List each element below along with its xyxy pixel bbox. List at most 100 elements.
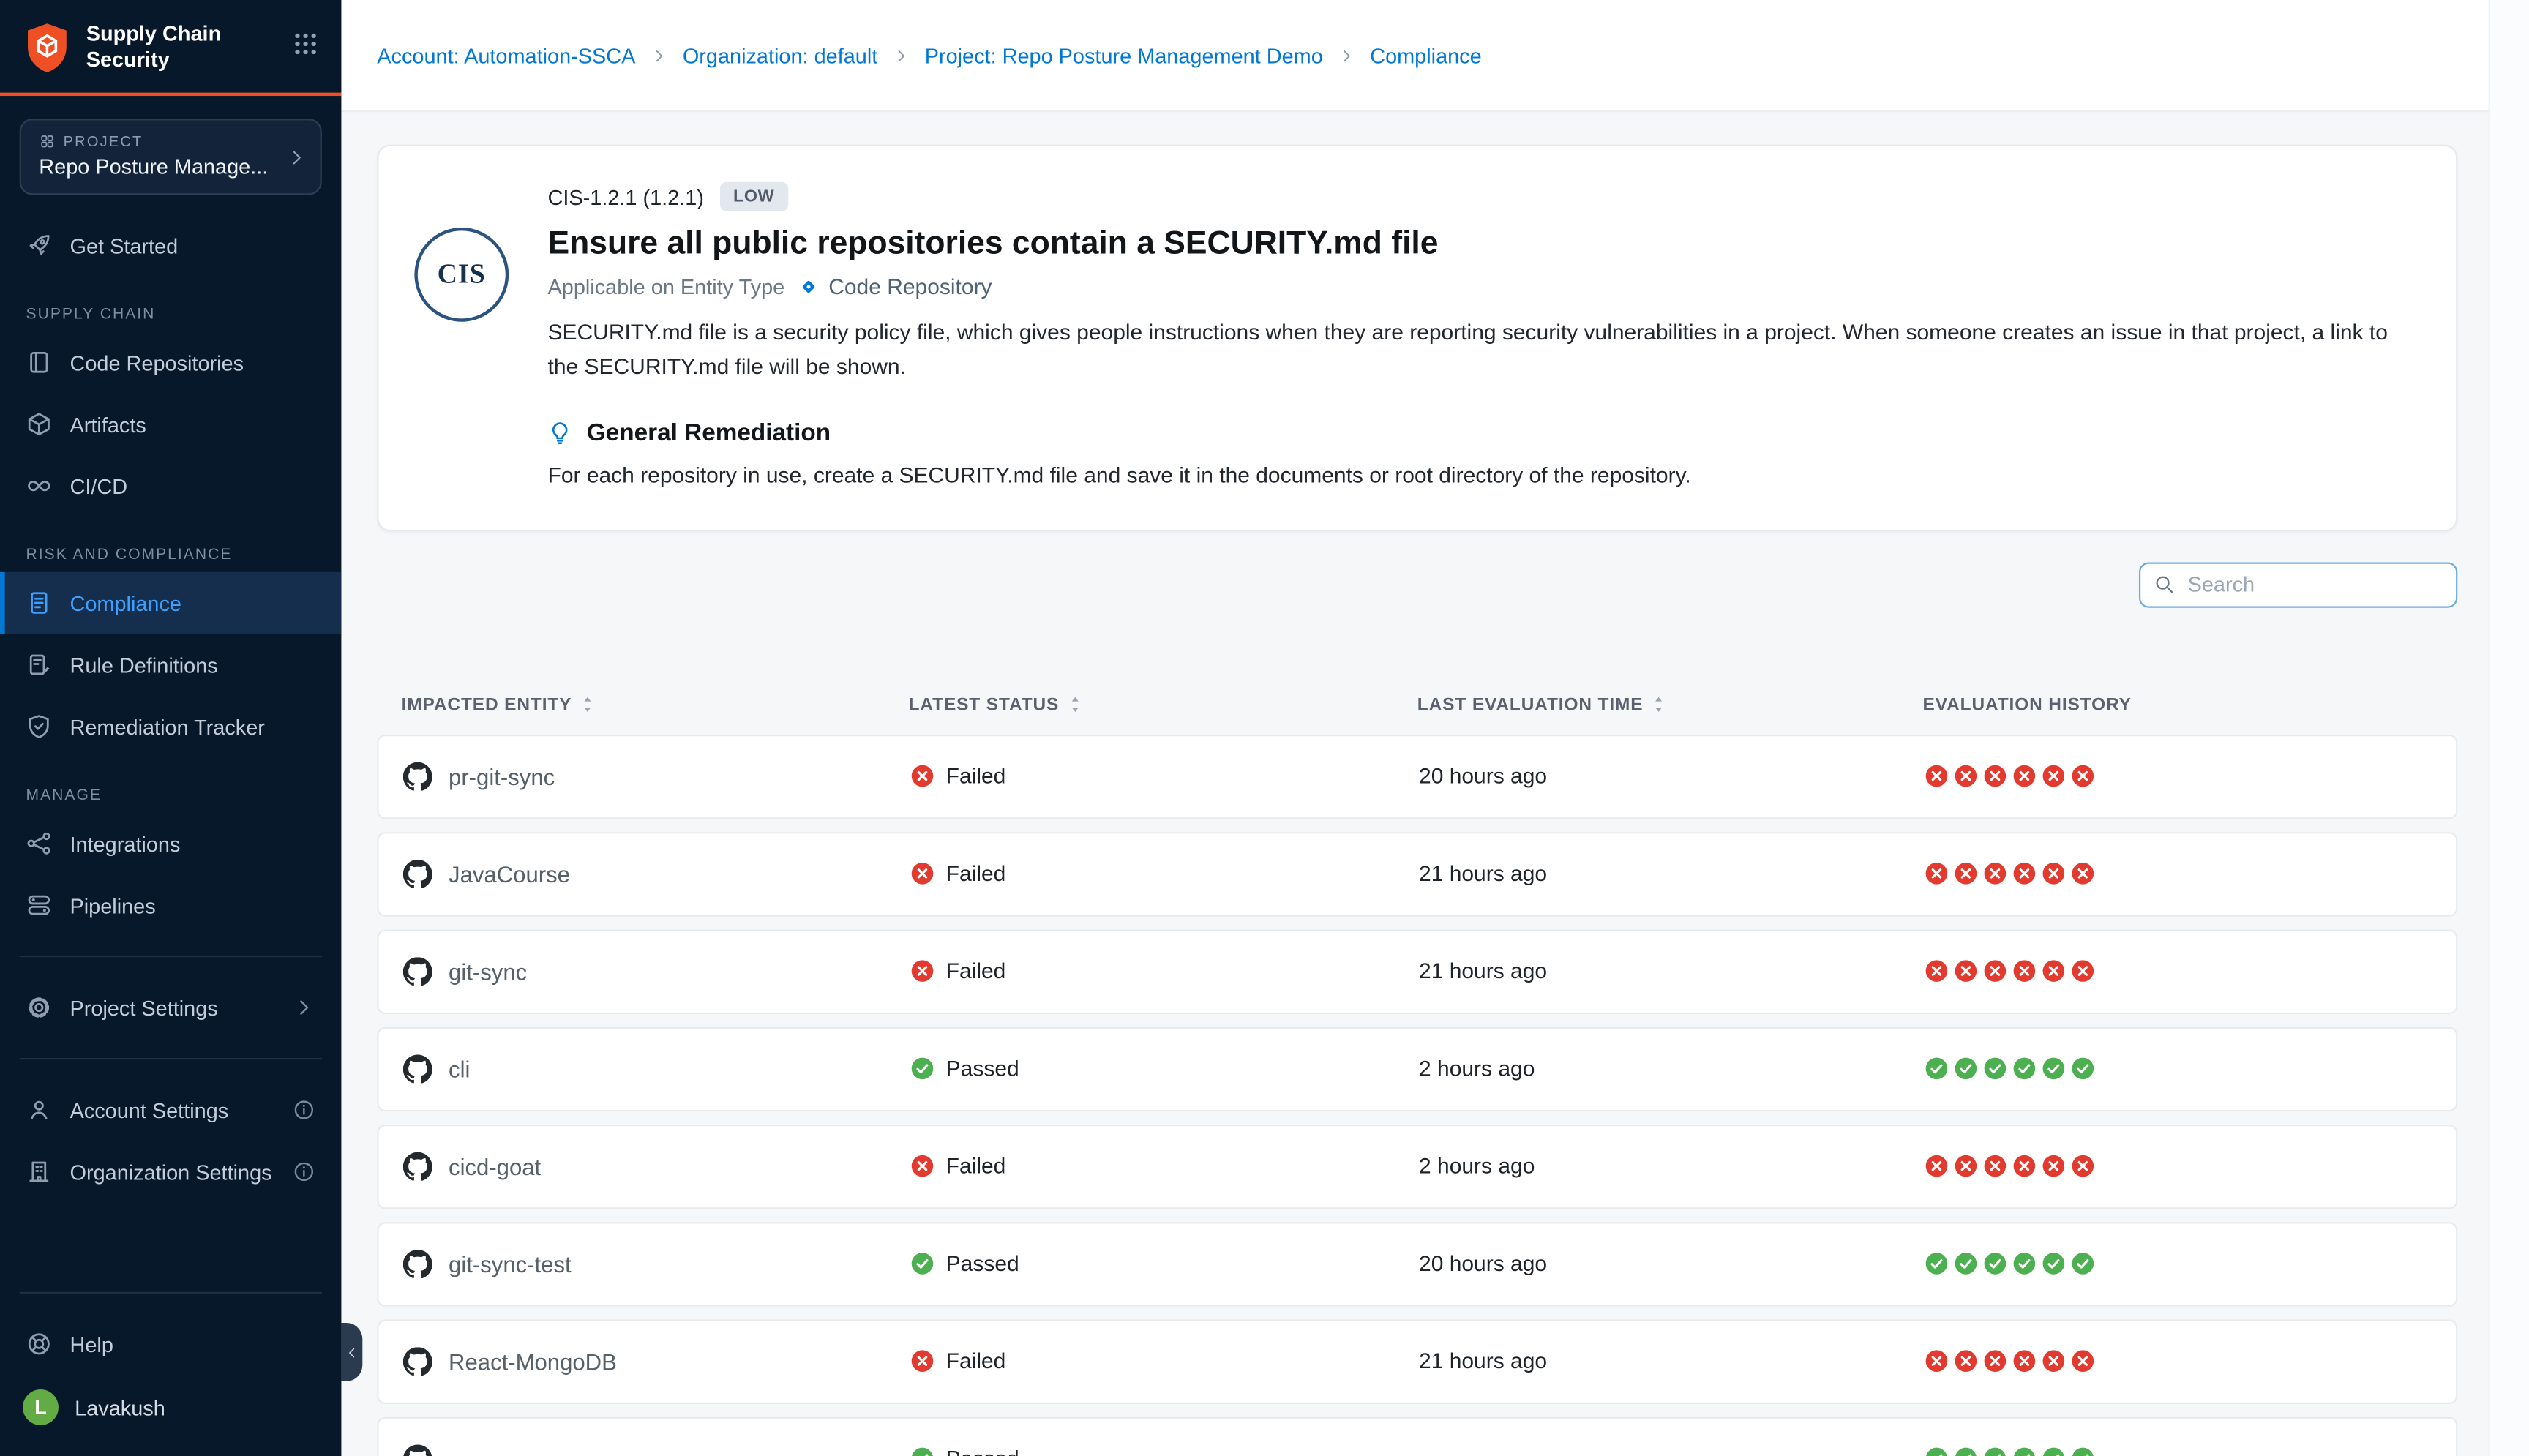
sort-icon[interactable]	[1069, 696, 1081, 713]
sort-icon[interactable]	[582, 696, 593, 713]
column-label: LAST EVALUATION TIME	[1417, 695, 1644, 715]
gear-icon	[26, 994, 53, 1021]
breadcrumb-account[interactable]: Account: Automation-SSCA	[377, 43, 635, 67]
remediation-title: General Remediation	[587, 419, 831, 447]
column-header-evaluation-history: EVALUATION HISTORY	[1923, 695, 2458, 715]
pass-icon	[2042, 1057, 2066, 1081]
fail-icon	[2042, 862, 2066, 886]
search-input[interactable]	[2184, 571, 2443, 598]
avatar: L	[23, 1389, 59, 1425]
fail-icon	[1983, 765, 2007, 789]
entity-name[interactable]: JavaCourse	[449, 861, 570, 888]
entity-type-label: Code Repository	[828, 274, 992, 299]
pass-icon	[2012, 1057, 2037, 1081]
chevron-right-icon	[650, 46, 667, 64]
pass-icon	[2042, 1252, 2066, 1276]
evaluation-time: 20 hours ago	[1419, 765, 1547, 789]
sidebar-item-get-started[interactable]: Get Started	[0, 214, 341, 276]
entity-type[interactable]: Code Repository	[796, 274, 992, 299]
status-icon	[910, 1057, 934, 1081]
sidebar: Supply Chain Security PROJECT Repo Postu…	[0, 0, 341, 1456]
evaluation-time: 21 hours ago	[1419, 862, 1547, 886]
table-row[interactable]: Passed	[377, 1416, 2457, 1456]
github-icon	[403, 1444, 432, 1456]
table-row[interactable]: JavaCourse Failed 21 hours ago	[377, 832, 2457, 916]
section-label-manage: MANAGE	[0, 787, 341, 804]
table-row[interactable]: cicd-goat Failed 2 hours ago	[377, 1125, 2457, 1209]
fail-icon	[1954, 862, 1978, 886]
fail-icon	[2042, 1349, 2066, 1373]
table-header: IMPACTED ENTITY LATEST STATUS LAST EVALU…	[377, 695, 2457, 715]
breadcrumb-organization[interactable]: Organization: default	[683, 43, 877, 67]
sidebar-item-pipelines[interactable]: Pipelines	[0, 874, 341, 936]
user-menu[interactable]: L Lavakush	[0, 1375, 341, 1440]
status-icon	[910, 1155, 934, 1179]
module-switcher-icon[interactable]	[293, 31, 319, 57]
help-lifebuoy-icon	[26, 1331, 53, 1357]
entity-name[interactable]: pr-git-sync	[449, 764, 555, 790]
table-row[interactable]: cli Passed 2 hours ago	[377, 1027, 2457, 1111]
sidebar-item-compliance[interactable]: Compliance	[0, 572, 341, 634]
nav-label: Get Started	[70, 233, 179, 258]
fail-icon	[2012, 862, 2037, 886]
nav-label: Compliance	[70, 590, 181, 615]
status-icon	[910, 862, 934, 886]
fail-icon	[2042, 1155, 2066, 1179]
sidebar-item-rule-definitions[interactable]: Rule Definitions	[0, 634, 341, 695]
column-header-last-evaluation-time[interactable]: LAST EVALUATION TIME	[1417, 695, 1923, 715]
nav-label: Integrations	[70, 831, 181, 855]
project-selector[interactable]: PROJECT Repo Posture Manage...	[20, 119, 322, 195]
table-row[interactable]: git-sync-test Passed 20 hours ago	[377, 1222, 2457, 1306]
pass-icon	[1983, 1252, 2007, 1276]
project-icon	[39, 133, 55, 149]
compliance-doc-icon	[26, 590, 53, 616]
entity-type-icon	[796, 274, 820, 299]
sidebar-item-artifacts[interactable]: Artifacts	[0, 394, 341, 455]
organization-icon	[26, 1159, 53, 1185]
table-row[interactable]: React-MongoDB Failed 21 hours ago	[377, 1319, 2457, 1403]
info-icon[interactable]	[293, 1160, 315, 1183]
repository-icon	[26, 350, 53, 376]
sidebar-item-organization-settings[interactable]: Organization Settings	[0, 1141, 341, 1202]
entity-name[interactable]: git-sync	[449, 958, 527, 985]
sidebar-collapse-handle[interactable]	[341, 1323, 362, 1381]
sort-icon[interactable]	[1653, 696, 1665, 713]
entity-name[interactable]: git-sync-test	[449, 1251, 572, 1277]
table-row[interactable]: git-sync Failed 21 hours ago	[377, 929, 2457, 1013]
breadcrumb-current[interactable]: Compliance	[1370, 43, 1481, 67]
sidebar-nav: Get Started SUPPLY CHAIN Code Repositori…	[0, 214, 341, 1202]
sidebar-footer: Help L Lavakush	[0, 1272, 341, 1456]
breadcrumb-project[interactable]: Project: Repo Posture Management Demo	[925, 43, 1323, 67]
remediation-text: For each repository in use, create a SEC…	[548, 463, 2417, 487]
sidebar-item-remediation-tracker[interactable]: Remediation Tracker	[0, 696, 341, 757]
column-header-impacted-entity[interactable]: IMPACTED ENTITY	[402, 695, 909, 715]
sidebar-item-code-repositories[interactable]: Code Repositories	[0, 331, 341, 393]
breadcrumb: Account: Automation-SSCA Organization: d…	[341, 0, 2489, 110]
sidebar-item-project-settings[interactable]: Project Settings	[0, 977, 341, 1038]
table-row[interactable]: pr-git-sync Failed 20 hours ago	[377, 735, 2457, 819]
sidebar-item-cicd[interactable]: CI/CD	[0, 455, 341, 517]
info-icon[interactable]	[293, 1098, 315, 1121]
fail-icon	[2042, 959, 2066, 983]
integrations-icon	[26, 830, 53, 857]
nav-label: Remediation Tracker	[70, 714, 265, 738]
sidebar-item-help[interactable]: Help	[0, 1313, 341, 1375]
scrollbar-rail[interactable]	[2489, 0, 2529, 1456]
search-box[interactable]	[2139, 562, 2457, 607]
entity-name[interactable]: cicd-goat	[449, 1154, 541, 1180]
fail-icon	[1954, 765, 1978, 789]
sidebar-item-account-settings[interactable]: Account Settings	[0, 1079, 341, 1141]
entity-name[interactable]: React-MongoDB	[449, 1348, 617, 1375]
nav-label: Artifacts	[70, 412, 146, 436]
column-header-latest-status[interactable]: LATEST STATUS	[909, 695, 1417, 715]
fail-icon	[2012, 765, 2037, 789]
evaluation-time: 2 hours ago	[1419, 1155, 1535, 1179]
nav-label: CI/CD	[70, 473, 128, 498]
sidebar-item-integrations[interactable]: Integrations	[0, 813, 341, 874]
nav-label: Account Settings	[70, 1097, 229, 1122]
fail-icon	[1925, 862, 1949, 886]
entity-name[interactable]: cli	[449, 1056, 470, 1082]
nav-label: Code Repositories	[70, 350, 244, 375]
sidebar-divider	[20, 1292, 322, 1294]
pass-icon	[2012, 1252, 2037, 1276]
